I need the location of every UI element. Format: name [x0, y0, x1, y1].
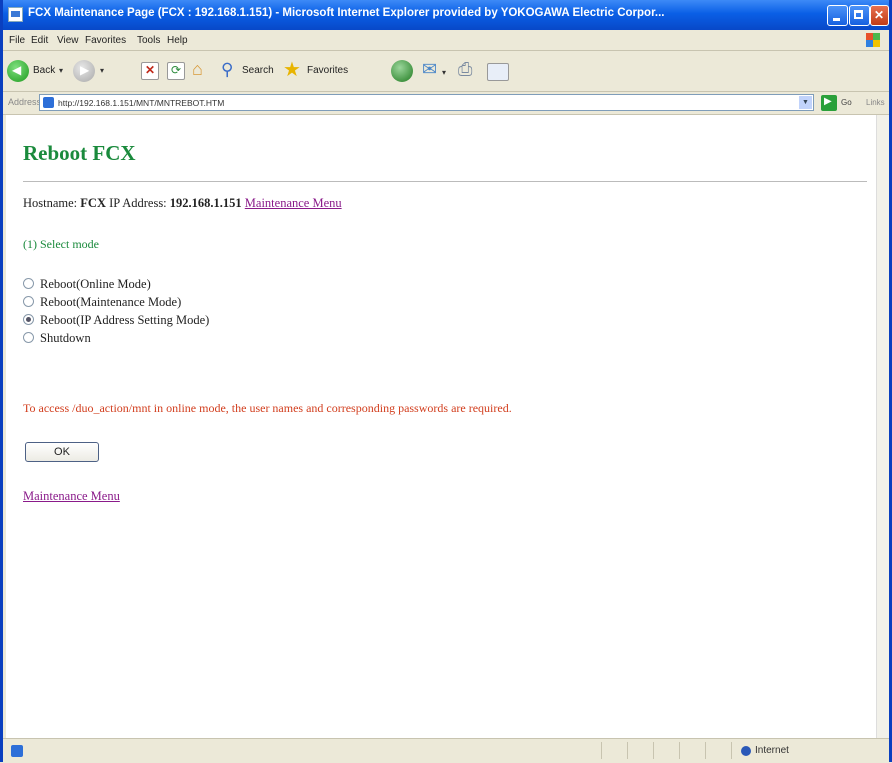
mail-icon: ✉	[422, 59, 438, 79]
menu-tools[interactable]: Tools	[137, 35, 160, 46]
ie-app-icon	[8, 7, 23, 22]
title-divider	[23, 181, 867, 182]
security-zone: Internet	[755, 745, 789, 756]
minimize-button[interactable]	[827, 5, 848, 26]
ip-value: 192.168.1.151	[169, 196, 242, 210]
favorites-label: Favorites	[307, 65, 349, 76]
print-icon[interactable]: ⎙	[458, 59, 480, 82]
menu-file[interactable]: File	[9, 35, 25, 46]
forward-button[interactable]: ▾	[73, 60, 113, 82]
search-icon: ⚲	[221, 60, 234, 79]
radio-shutdown[interactable]	[23, 332, 34, 343]
status-cell	[601, 742, 602, 759]
forward-arrow-icon	[73, 60, 95, 82]
page-icon	[43, 97, 54, 108]
history-icon[interactable]	[391, 60, 413, 82]
option-shutdown[interactable]: Shutdown	[23, 331, 91, 346]
menu-edit[interactable]: Edit	[31, 35, 48, 46]
status-bar: Internet	[3, 738, 889, 763]
page-content: Reboot FCX Hostname: FCX IP Address: 192…	[6, 115, 876, 738]
window-title: FCX Maintenance Page (FCX : 192.168.1.15…	[28, 7, 665, 19]
mail-dropdown-icon[interactable]: ▾	[442, 68, 446, 77]
menu-favorites[interactable]: Favorites	[85, 35, 126, 46]
favorites-star-icon: ★	[283, 59, 301, 81]
option-reboot-ip-setting[interactable]: Reboot(IP Address Setting Mode)	[23, 313, 209, 328]
password-warning: To access /duo_action/mnt in online mode…	[23, 401, 512, 415]
refresh-icon[interactable]: ⟳	[167, 62, 185, 80]
home-icon[interactable]: ⌂	[191, 59, 211, 81]
search-label: Search	[242, 65, 274, 76]
status-cell	[653, 742, 654, 759]
back-button[interactable]: Back ▾	[7, 60, 67, 82]
hostname-label: Hostname:	[23, 196, 78, 210]
page-title: Reboot FCX	[23, 141, 136, 165]
links-button[interactable]: Links	[866, 98, 885, 107]
hostname-value: FCX	[80, 196, 106, 210]
favorites-button[interactable]: ★ Favorites	[283, 59, 363, 82]
go-arrow-icon[interactable]	[821, 95, 837, 111]
radio-reboot-maintenance[interactable]	[23, 296, 34, 307]
status-cell	[731, 742, 732, 759]
host-info: Hostname: FCX IP Address: 192.168.1.151 …	[23, 196, 342, 211]
menu-view[interactable]: View	[57, 35, 79, 46]
windows-logo-icon	[865, 32, 881, 48]
ip-label: IP Address:	[109, 196, 167, 210]
edit-page-icon[interactable]	[487, 63, 509, 81]
address-bar: Address http://192.168.1.151/MNT/MNTREBO…	[3, 92, 889, 115]
stop-icon[interactable]: ✕	[141, 62, 159, 80]
standard-toolbar: Back ▾ ▾ ✕ ⟳ ⌂ ⚲ Search ★ Favorites ✉ ▾	[3, 51, 889, 92]
option-reboot-maintenance[interactable]: Reboot(Maintenance Mode)	[23, 295, 181, 310]
back-dropdown-icon[interactable]: ▾	[59, 66, 63, 75]
radio-label: Reboot(Maintenance Mode)	[40, 295, 182, 309]
address-url: http://192.168.1.151/MNT/MNTREBOT.HTM	[58, 98, 225, 108]
go-button[interactable]: Go	[841, 98, 852, 107]
internet-zone-icon	[741, 746, 751, 756]
page-status-icon	[11, 745, 23, 757]
menu-help[interactable]: Help	[167, 35, 188, 46]
status-cell	[705, 742, 706, 759]
status-cell	[627, 742, 628, 759]
back-arrow-icon	[7, 60, 29, 82]
option-reboot-online[interactable]: Reboot(Online Mode)	[23, 277, 151, 292]
radio-label: Reboot(Online Mode)	[40, 277, 151, 291]
close-button[interactable]	[870, 5, 889, 26]
search-button[interactable]: ⚲ Search	[221, 60, 281, 82]
maintenance-menu-link-bottom[interactable]: Maintenance Menu	[23, 489, 120, 504]
radio-reboot-ip-setting[interactable]	[23, 314, 34, 325]
title-bar[interactable]: FCX Maintenance Page (FCX : 192.168.1.15…	[3, 0, 889, 30]
radio-label: Shutdown	[40, 331, 91, 345]
browser-window: FCX Maintenance Page (FCX : 192.168.1.15…	[0, 0, 892, 763]
forward-dropdown-icon[interactable]: ▾	[100, 66, 104, 75]
back-label: Back	[33, 65, 56, 76]
select-mode-step: (1) Select mode	[23, 237, 99, 251]
radio-label: Reboot(IP Address Setting Mode)	[40, 313, 210, 327]
address-label: Address	[8, 97, 42, 107]
status-cell	[679, 742, 680, 759]
mail-button[interactable]: ✉ ▾	[422, 59, 452, 82]
menu-bar: File Edit View Favorites Tools Help	[3, 30, 889, 51]
vertical-scrollbar[interactable]	[876, 115, 889, 738]
ok-button[interactable]: OK	[25, 442, 99, 462]
address-input[interactable]: http://192.168.1.151/MNT/MNTREBOT.HTM ▼	[39, 94, 814, 111]
maximize-button[interactable]	[849, 5, 870, 26]
radio-reboot-online[interactable]	[23, 278, 34, 289]
address-dropdown-icon[interactable]: ▼	[799, 96, 812, 109]
maintenance-menu-link[interactable]: Maintenance Menu	[245, 196, 342, 210]
